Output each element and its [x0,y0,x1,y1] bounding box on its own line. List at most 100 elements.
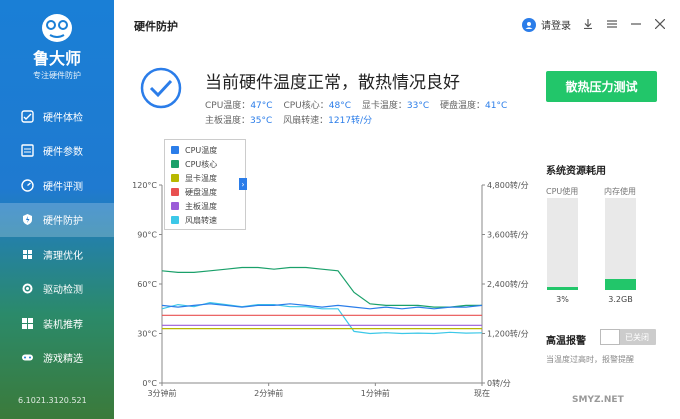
cleanup-icon [20,247,34,261]
legend-swatch [171,216,179,224]
watermark: SMYZ.NET [572,395,624,405]
metrics-row-1: CPU温度：47°C CPU核心：48°C 显卡温度：33°C 硬盘温度：41°… [205,98,515,111]
toggle-knob [600,329,620,345]
metric-label: 硬盘温度： [440,101,486,111]
high-temp-alarm-toggle[interactable]: 已关闭 [600,329,656,345]
y2-tick-label: 4,800转/分 [487,180,529,190]
high-temp-alarm-description: 当温度过高时，报警提醒 [546,355,634,364]
x-tick-label: 2分钟前 [254,388,283,398]
status-check-icon [140,67,182,109]
minimize-icon[interactable] [629,17,643,31]
memory-usage-value: 3.2GB [608,295,633,304]
x-tick-label: 3分钟前 [147,388,176,398]
sidebar-item-label: 游戏精选 [43,354,83,366]
series-line-CPU核心 [161,266,482,308]
legend-swatch [171,174,179,182]
sidebar-item-label: 硬件体检 [43,112,83,124]
menu-icon[interactable] [605,17,619,31]
y-tick-label: 60°C [137,280,157,289]
login-button[interactable]: 请登录 [522,17,571,32]
y2-tick-label: 3,600转/分 [487,230,529,240]
y2-tick-label: 1,200转/分 [487,329,529,339]
metric-label: 显卡温度： [361,101,407,111]
legend-label: 风扇转速 [185,215,217,225]
sidebar-nav: 硬件体检 硬件参数 硬件评测 硬件防护 清理优化 驱动检测 装机推荐 游戏精选 [0,99,114,375]
sidebar-item-label: 装机推荐 [43,319,83,331]
login-label: 请登录 [541,21,571,32]
legend-item[interactable]: CPU温度 [171,143,245,157]
sidebar-item-cleanup[interactable]: 清理优化 [0,237,114,272]
header: 硬件防护 请登录 [114,0,680,46]
legend-swatch [171,160,179,168]
chart-legend: CPU温度 CPU核心 显卡温度 硬盘温度 主板温度 风扇转速 [164,139,246,230]
y-tick-label: 90°C [137,231,157,240]
sidebar-item-hardware-params[interactable]: 硬件参数 [0,134,114,169]
legend-label: 硬盘温度 [185,187,217,197]
high-temp-alarm-title: 高温报警 [546,336,586,347]
metric-value: 41°C [485,101,508,111]
y-tick-label: 0°C [142,379,157,388]
app-version: 6.1021.3120.521 [18,396,87,405]
legend-item[interactable]: 风扇转速 [171,213,245,227]
app-name: 鲁大师 [32,49,81,68]
x-tick-label: 1分钟前 [361,388,390,398]
recommend-icon [20,316,34,330]
legend-collapse-button[interactable]: › [239,178,247,190]
sidebar-item-label: 清理优化 [43,250,83,262]
metric-value: 1217转/分 [328,116,373,126]
cpu-usage-fill [547,287,578,290]
health-check-icon [20,109,34,123]
y2-tick-label: 2,400转/分 [487,279,529,289]
chart-series [161,266,483,335]
metric-label: 风扇转速： [283,116,329,126]
legend-swatch [171,188,179,196]
sidebar-item-label: 驱动检测 [43,285,83,297]
metric-value: 48°C [328,101,351,111]
sidebar-item-benchmark[interactable]: 硬件评测 [0,168,114,203]
driver-icon [20,282,34,296]
legend-label: 主板温度 [185,201,217,211]
legend-item[interactable]: 主板温度 [171,199,245,213]
memory-usage-label: 内存使用 [604,187,636,196]
stress-test-button[interactable]: 散热压力测试 [546,71,657,102]
sidebar-item-health-check[interactable]: 硬件体检 [0,99,114,134]
metric-label: CPU温度： [205,101,251,111]
toggle-label: 已关闭 [625,332,649,342]
benchmark-icon [20,178,34,192]
x-tick-label: 现在 [474,388,490,398]
sidebar: 鲁大师 专注硬件防护 硬件体检 硬件参数 硬件评测 硬件防护 清理优化 驱动检测… [0,0,114,419]
page-title: 硬件防护 [134,20,178,33]
y2-tick-label: 0转/分 [487,378,511,388]
legend-swatch [171,146,179,154]
memory-usage-fill [605,278,636,290]
hardware-params-icon [20,144,34,158]
status-title: 当前硬件温度正常，散热情况良好 [205,73,460,93]
legend-label: 显卡温度 [185,173,217,183]
legend-item[interactable]: 显卡温度 [171,171,245,185]
sidebar-item-label: 硬件防护 [43,216,83,228]
legend-label: CPU核心 [185,159,218,169]
sidebar-item-recommend[interactable]: 装机推荐 [0,306,114,341]
cpu-usage-value: 3% [556,295,569,304]
protection-icon [20,213,34,227]
resources-title: 系统资源耗用 [546,166,606,177]
memory-usage-bar [605,198,636,290]
sidebar-item-game[interactable]: 游戏精选 [0,341,114,376]
y-tick-label: 30°C [137,330,157,339]
sidebar-item-label: 硬件参数 [43,147,83,159]
game-icon [20,351,34,365]
sidebar-item-protection[interactable]: 硬件防护 [0,202,114,237]
metric-value: 47°C [250,101,273,111]
metric-value: 33°C [406,101,430,111]
metric-value: 35°C [250,116,273,126]
metrics-row-2: 主板温度：35°C 风扇转速：1217转/分 [205,113,380,126]
download-icon[interactable] [581,17,595,31]
legend-item[interactable]: 硬盘温度 [171,185,245,199]
close-icon[interactable] [653,17,667,31]
legend-item[interactable]: CPU核心 [171,157,245,171]
app-subtitle: 专注硬件防护 [33,71,81,80]
sidebar-item-label: 硬件评测 [43,181,83,193]
metric-label: CPU核心： [283,101,329,111]
app-window: 鲁大师 专注硬件防护 硬件体检 硬件参数 硬件评测 硬件防护 清理优化 驱动检测… [0,0,680,419]
sidebar-item-driver[interactable]: 驱动检测 [0,272,114,307]
